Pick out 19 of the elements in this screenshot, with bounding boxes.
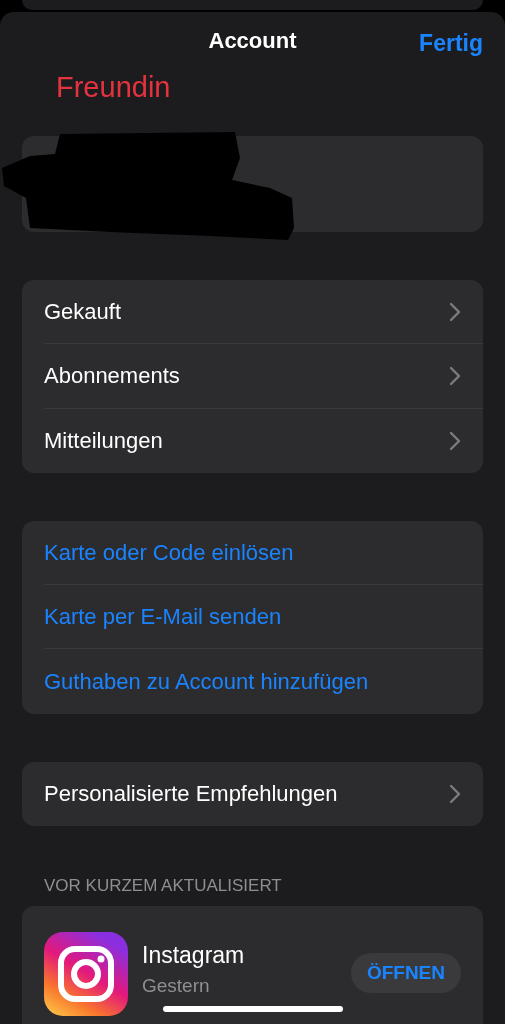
action-row[interactable]: Karte oder Code einlösen xyxy=(22,520,483,586)
action-row[interactable]: Karte per E-Mail senden xyxy=(22,585,483,650)
menu-row[interactable]: Mitteilungen xyxy=(22,408,483,473)
menu-row[interactable]: Gekauft xyxy=(22,280,483,345)
annotation-text: Freundin xyxy=(56,70,171,104)
open-button[interactable]: ÖFFNEN xyxy=(350,953,461,994)
sheet-title: Account xyxy=(208,28,297,54)
menu-row[interactable]: Personalisierte Empfehlungen xyxy=(22,761,483,827)
app-name: Instagram xyxy=(142,942,246,970)
update-date: Gestern xyxy=(142,975,211,998)
app-icon xyxy=(44,932,128,1017)
section-heading: VOR KURZEM AKTUALISIERT xyxy=(43,875,283,898)
chevron-icon xyxy=(449,366,461,387)
chevron-icon xyxy=(449,302,461,323)
chevron-icon xyxy=(449,783,461,804)
menu-row[interactable]: Abonnements xyxy=(22,344,483,409)
chevron-icon xyxy=(449,430,461,451)
done-button[interactable]: Fertig xyxy=(419,30,483,57)
action-row[interactable]: Guthaben zu Account hinzufügen xyxy=(22,649,483,714)
